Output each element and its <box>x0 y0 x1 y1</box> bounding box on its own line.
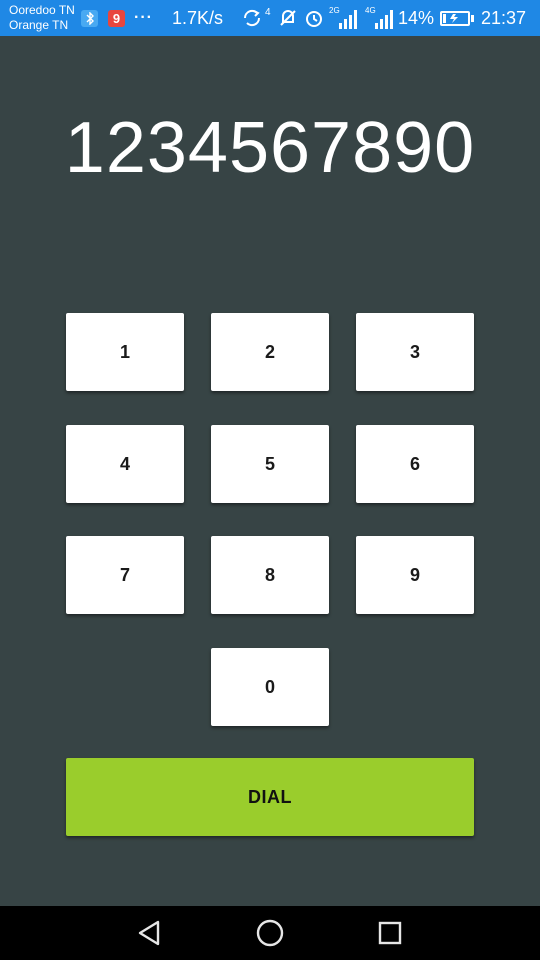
dialed-number-display: 1234567890 <box>64 108 476 188</box>
key-8-button[interactable]: 8 <box>211 536 329 614</box>
battery-charging-icon <box>440 0 474 36</box>
status-bar: Ooredoo TN Orange TN 9 ··· 1.7K/s 4 2G 4… <box>0 0 540 36</box>
bluetooth-icon <box>81 0 98 36</box>
app-badge-number: 9 <box>108 9 125 27</box>
carrier-2: Orange TN <box>9 18 69 32</box>
key-9-button[interactable]: 9 <box>356 536 474 614</box>
carrier-names: Ooredoo TN Orange TN <box>9 3 75 33</box>
key-6-button[interactable]: 6 <box>356 425 474 503</box>
key-3-button[interactable]: 3 <box>356 313 474 391</box>
network-speed: 1.7K/s <box>172 7 224 28</box>
key-2-button[interactable]: 2 <box>211 313 329 391</box>
dial-button[interactable]: DIAL <box>66 758 474 836</box>
carrier-1: Ooredoo TN <box>9 3 75 17</box>
more-notifications-icon: ··· <box>134 9 153 26</box>
alarm-icon <box>304 0 324 36</box>
home-icon[interactable] <box>240 906 300 960</box>
key-7-button[interactable]: 7 <box>66 536 184 614</box>
key-1-button[interactable]: 1 <box>66 313 184 391</box>
clock: 21:37 <box>481 7 527 28</box>
app-badge-icon: 9 <box>108 0 125 36</box>
sync-count: 4 <box>265 6 271 18</box>
back-icon[interactable] <box>120 906 180 960</box>
signal-4g-icon: 4G <box>365 0 395 36</box>
signal-2g-icon: 2G <box>329 0 359 36</box>
mute-icon <box>278 0 298 36</box>
key-5-button[interactable]: 5 <box>211 425 329 503</box>
network-4g-label: 4G <box>365 6 376 15</box>
battery-percent: 14% <box>398 7 435 28</box>
sync-icon: 4 <box>240 0 271 36</box>
key-4-button[interactable]: 4 <box>66 425 184 503</box>
network-2g-label: 2G <box>329 6 340 15</box>
navigation-bar <box>0 906 540 960</box>
key-0-button[interactable]: 0 <box>211 648 329 726</box>
recents-icon[interactable] <box>360 906 420 960</box>
